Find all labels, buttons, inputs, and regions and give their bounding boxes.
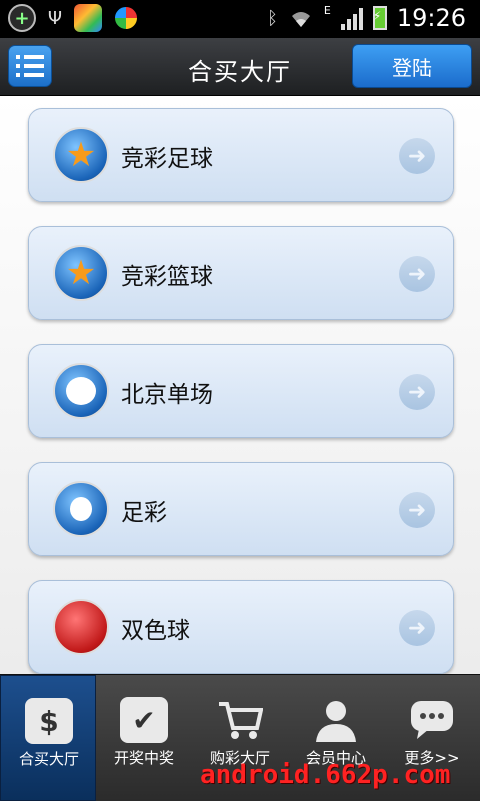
arrow-right-icon: ➜ bbox=[399, 256, 435, 292]
lottery-item-label: 足彩 bbox=[121, 500, 167, 526]
beijing-single-icon bbox=[53, 363, 109, 419]
app-icon bbox=[74, 4, 102, 32]
tab-label: 合买大厅 bbox=[18, 750, 79, 768]
football-lottery-icon bbox=[53, 481, 109, 537]
status-clock: 19:26 bbox=[396, 4, 466, 32]
network-type: E bbox=[323, 4, 331, 17]
add-circle-icon: + bbox=[8, 4, 36, 32]
usb-icon: Ψ bbox=[47, 7, 63, 29]
lottery-item-label: 双色球 bbox=[121, 618, 190, 644]
lottery-item-label: 竞彩足球 bbox=[121, 146, 213, 172]
jingcai-football-icon: ★ bbox=[53, 127, 109, 183]
jingcai-basketball-icon: ★ bbox=[53, 245, 109, 301]
chat-bubble-icon bbox=[408, 697, 456, 743]
wifi-icon bbox=[291, 12, 310, 27]
lottery-item-label: 北京单场 bbox=[121, 382, 213, 408]
app-header: 合买大厅 登陆 bbox=[0, 38, 480, 96]
arrow-right-icon: ➜ bbox=[399, 610, 435, 646]
tab-draw-results[interactable]: ✔ 开奖中奖 bbox=[96, 675, 192, 801]
double-color-ball-icon bbox=[53, 599, 109, 655]
lottery-item-jingcai-football[interactable]: ★ 竞彩足球 ➜ bbox=[28, 108, 454, 202]
user-icon bbox=[312, 697, 360, 743]
login-button[interactable]: 登陆 bbox=[352, 44, 472, 88]
tab-label: 开奖中奖 bbox=[113, 749, 174, 767]
lottery-item-label: 竞彩篮球 bbox=[121, 264, 213, 290]
arrow-right-icon: ➜ bbox=[399, 492, 435, 528]
lottery-item-jingcai-basketball[interactable]: ★ 竞彩篮球 ➜ bbox=[28, 226, 454, 320]
arrow-right-icon: ➜ bbox=[399, 138, 435, 174]
lottery-item-double-color-ball[interactable]: 双色球 ➜ bbox=[28, 580, 454, 674]
sync-app-icon bbox=[112, 4, 140, 32]
tab-hemai-hall[interactable]: $ 合买大厅 bbox=[0, 675, 96, 801]
dollar-list-icon: $ bbox=[25, 698, 73, 744]
lottery-item-football-lottery[interactable]: 足彩 ➜ bbox=[28, 462, 454, 556]
watermark-text: android.662p.com bbox=[200, 760, 451, 790]
lottery-item-beijing-single[interactable]: 北京单场 ➜ bbox=[28, 344, 454, 438]
arrow-right-icon: ➜ bbox=[399, 374, 435, 410]
checkmark-icon: ✔ bbox=[120, 697, 168, 743]
lottery-list: ★ 竞彩足球 ➜ ★ 竞彩篮球 ➜ 北京单场 ➜ 足彩 ➜ 双色球 ➜ bbox=[0, 96, 480, 674]
bluetooth-icon: ᛒ bbox=[267, 7, 278, 29]
shopping-cart-icon bbox=[216, 697, 264, 743]
status-bar: + Ψ ᛒ E 19:26 bbox=[0, 0, 480, 38]
battery-charging-icon bbox=[372, 6, 387, 30]
signal-icon bbox=[340, 6, 363, 30]
